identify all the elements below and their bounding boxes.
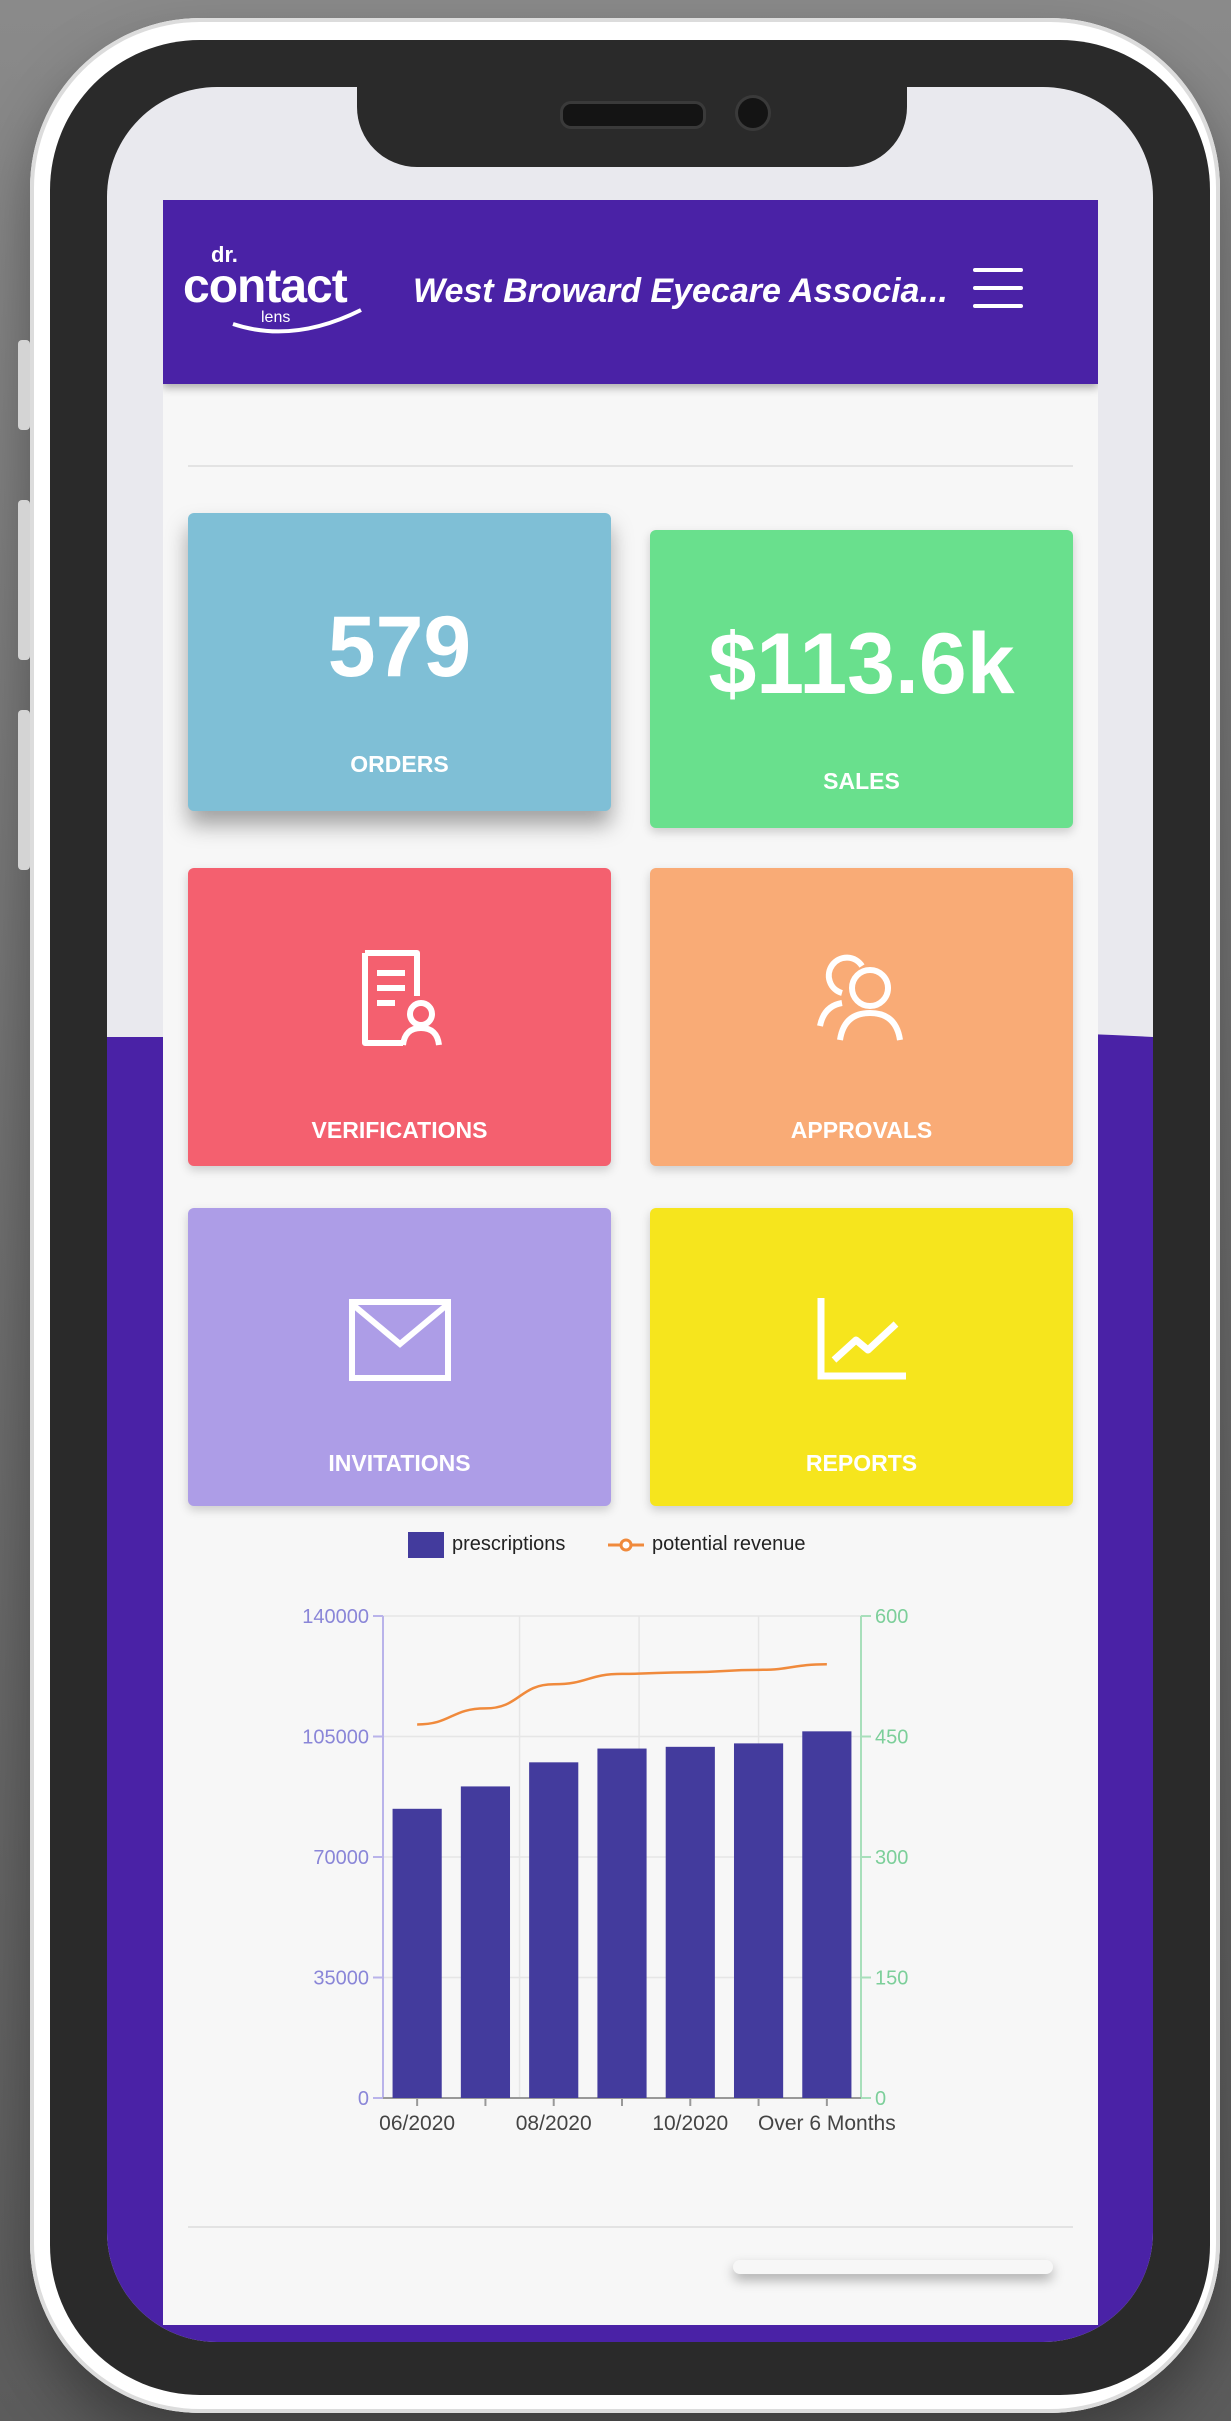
app-header: dr. contact lens West Broward Eyecare As… [163,200,1098,384]
prescriptions-chart: 140000 105000 70000 35000 0 600 450 300 150 0 06/2… [302,1606,908,2130]
envelope-icon [348,1299,451,1381]
bar-prescriptions [733,1743,784,2098]
y-right-tick-label: 450 [875,1727,908,1749]
reports-tile[interactable]: REPORTS [650,1208,1073,1506]
invitations-label: INVITATIONS [328,1450,471,1476]
svg-text:lens: lens [261,309,290,326]
verifications-tile[interactable]: VERIFICATIONS [188,868,611,1166]
bar-prescriptions [665,1746,715,2098]
y-right-tick-label: 600 [875,1606,908,1628]
y-right-tick-label: 300 [875,1847,908,1869]
hamburger-icon[interactable] [973,268,1023,312]
y-right-tick-label: 150 [875,1968,908,1990]
legend-potential-revenue[interactable]: potential revenue [652,1533,805,1556]
practice-name: West Broward Eyecare Associa... [413,272,948,310]
reports-label: REPORTS [805,1450,918,1476]
x-tick-label: 08/2020 [516,2112,592,2130]
dr-contact-lens-logo[interactable]: dr. contact lens [183,240,383,340]
verifications-label: VERIFICATIONS [311,1117,488,1143]
bar-prescriptions [802,1731,852,2098]
invitations-tile[interactable]: INVITATIONS [188,1208,611,1506]
x-tick-label: Over 6 Months [758,2112,896,2130]
line-chart-icon [817,1298,906,1380]
svg-text:contact: contact [183,260,348,313]
divider-top [188,465,1073,467]
y-left-tick-label: 35000 [313,1968,369,1990]
y-left-tick-label: 105000 [302,1727,369,1749]
bar-prescriptions [597,1748,647,2098]
orders-tile[interactable]: 579 ORDERS [188,513,611,811]
orders-count: 579 [327,599,472,695]
mute-switch [18,340,30,430]
chart-legend: prescriptions potential revenue [408,1530,908,1560]
bar-prescriptions [529,1762,579,2098]
divider-bottom [188,2226,1073,2228]
line-potential-revenue [417,1662,827,1726]
y-left-tick-label: 70000 [313,1847,369,1869]
approvals-label: APPROVALS [790,1117,933,1143]
legend-prescriptions[interactable]: prescriptions [452,1533,565,1556]
users-icon [816,954,903,1041]
x-tick-label: 10/2020 [652,2112,728,2130]
sales-amount: $113.6k [708,616,1015,712]
sales-tile[interactable]: $113.6k SALES [650,530,1073,828]
y-left-tick-label: 0 [358,2088,369,2110]
camera-icon [735,95,771,131]
legend-bar-swatch [408,1532,444,1558]
bottom-card-edge [733,2260,1053,2274]
y-right-tick-label: 0 [875,2088,886,2110]
orders-label: ORDERS [350,751,449,777]
x-tick-label: 06/2020 [379,2112,455,2130]
approvals-tile[interactable]: APPROVALS [650,868,1073,1166]
y-left-tick-label: 140000 [302,1606,369,1628]
app-screen: dr. contact lens West Broward Eyecare As… [163,200,1098,2325]
bar-prescriptions [460,1786,511,2098]
volume-down-button [18,710,30,870]
legend-line-swatch [608,1538,644,1552]
document-user-icon [361,950,442,1046]
volume-up-button [18,500,30,660]
bar-prescriptions [392,1808,442,2098]
speaker-grille [560,101,706,129]
sales-label: SALES [823,768,900,794]
